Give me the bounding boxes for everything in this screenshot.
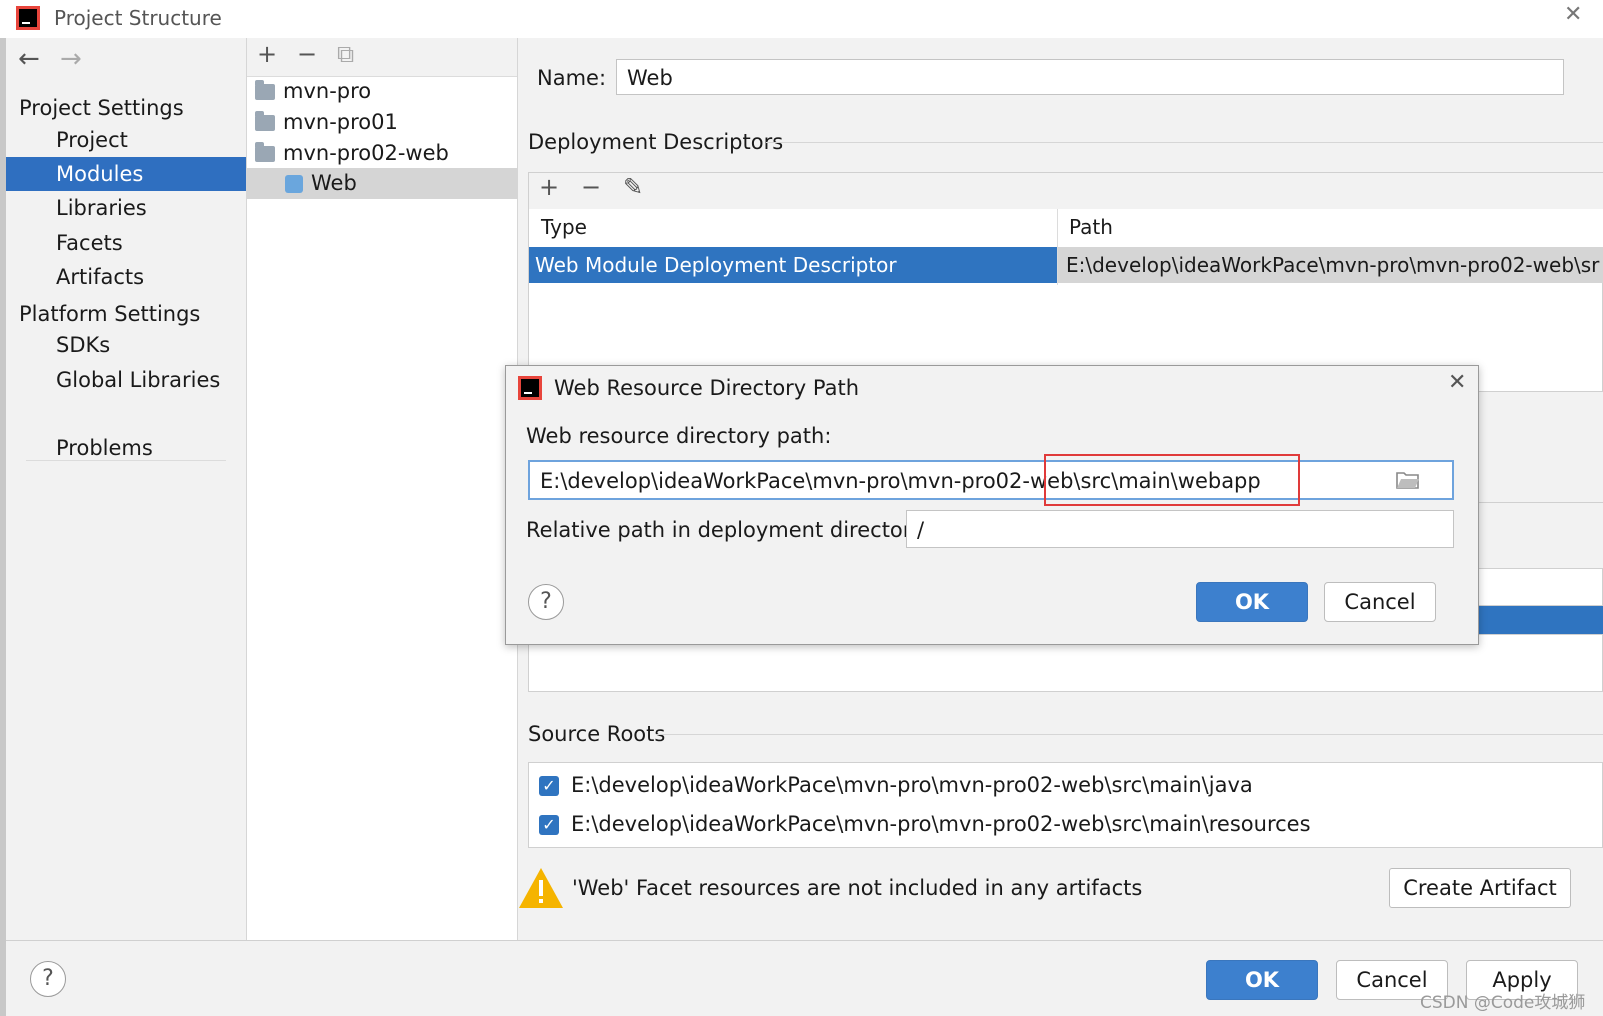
edit-pencil-icon[interactable]: ✎ [623, 173, 643, 201]
source-root-path: E:\develop\ideaWorkPace\mvn-pro\mvn-pro0… [571, 773, 1253, 797]
descriptor-type-cell: Web Module Deployment Descriptor [529, 247, 1057, 283]
relative-path-input[interactable]: / [906, 510, 1454, 548]
platform-settings-header: Platform Settings [19, 302, 201, 326]
directory-path-label: Web resource directory path: [526, 424, 832, 448]
forward-arrow-icon[interactable]: → [60, 44, 82, 74]
window-title: Project Structure [54, 6, 222, 30]
window-close-icon[interactable]: ✕ [1564, 2, 1582, 27]
intellij-logo-icon [16, 6, 40, 30]
tree-node-label: Web [311, 171, 357, 195]
table-header: Type Path [529, 209, 1603, 248]
relative-path-label: Relative path in deployment directory: [526, 518, 930, 542]
sidebar-item-project[interactable]: Project [6, 123, 246, 157]
tree-node-mvn-pro[interactable]: mvn-pro [247, 76, 525, 107]
highlight-annotation [1044, 454, 1300, 506]
web-facet-icon [285, 175, 303, 193]
tree-node-label: mvn-pro01 [283, 110, 398, 134]
deployment-descriptors-title: Deployment Descriptors [528, 130, 784, 154]
add-descriptor-icon[interactable]: + [539, 173, 559, 201]
browse-folder-icon[interactable] [1396, 470, 1420, 490]
intellij-logo-icon [518, 376, 542, 400]
warning-message: 'Web' Facet resources are not included i… [572, 876, 1143, 900]
module-tree: + − ⧉ mvn-pro mvn-pro01 mvn-pro02-web We… [247, 38, 555, 940]
add-icon[interactable]: + [257, 40, 277, 68]
dialog-title: Web Resource Directory Path [554, 376, 860, 400]
sidebar-item-modules[interactable]: Modules [6, 157, 246, 191]
section-divider [656, 734, 1603, 735]
tree-node-mvn-pro02-web[interactable]: mvn-pro02-web [247, 138, 525, 169]
settings-sidebar: ← → Project Settings Project Modules Lib… [6, 38, 247, 940]
name-input[interactable]: Web [616, 59, 1564, 95]
tree-node-web-facet[interactable]: Web [247, 168, 555, 199]
module-folder-icon [255, 80, 275, 100]
sidebar-item-global-libraries[interactable]: Global Libraries [6, 363, 246, 397]
list-item[interactable]: ✓ E:\develop\ideaWorkPace\mvn-pro\mvn-pro… [539, 773, 1253, 797]
source-root-checkbox[interactable]: ✓ [539, 776, 559, 796]
descriptor-path-cell: E:\develop\ideaWorkPace\mvn-pro\mvn-pro0… [1058, 247, 1603, 283]
dialog-help-button[interactable]: ? [528, 584, 564, 620]
tree-toolbar: + − ⧉ [247, 38, 517, 77]
warning-icon [519, 868, 563, 908]
source-root-checkbox[interactable]: ✓ [539, 815, 559, 835]
remove-icon[interactable]: − [297, 40, 317, 68]
title-bar: Project Structure ✕ [0, 0, 1603, 39]
back-arrow-icon[interactable]: ← [18, 44, 40, 74]
copy-icon[interactable]: ⧉ [337, 40, 354, 68]
column-header-path[interactable]: Path [1069, 215, 1113, 239]
tree-node-label: mvn-pro [283, 79, 372, 103]
footer-divider [6, 940, 1603, 941]
sidebar-item-problems[interactable]: Problems [6, 431, 246, 465]
sidebar-item-libraries[interactable]: Libraries [6, 191, 246, 225]
sidebar-item-facets[interactable]: Facets [6, 226, 246, 260]
web-resource-directory-dialog: Web Resource Directory Path ✕ Web resour… [505, 365, 1479, 645]
section-divider [766, 142, 1603, 143]
sidebar-item-artifacts[interactable]: Artifacts [6, 260, 246, 294]
tree-node-mvn-pro01[interactable]: mvn-pro01 [247, 107, 525, 138]
dd-toolbar: + − ✎ [529, 173, 1603, 210]
module-folder-icon [255, 142, 275, 162]
dialog-cancel-button[interactable]: Cancel [1324, 582, 1436, 622]
column-header-type[interactable]: Type [541, 215, 587, 239]
source-roots-title: Source Roots [528, 722, 666, 746]
project-settings-header: Project Settings [19, 96, 184, 120]
tree-node-label: mvn-pro02-web [283, 141, 449, 165]
sidebar-item-sdks[interactable]: SDKs [6, 328, 246, 362]
table-row[interactable]: Web Module Deployment Descriptor E:\deve… [529, 247, 1603, 283]
module-folder-icon [255, 111, 275, 131]
create-artifact-button[interactable]: Create Artifact [1389, 868, 1571, 908]
source-root-path: E:\develop\ideaWorkPace\mvn-pro\mvn-pro0… [571, 812, 1311, 836]
ok-button[interactable]: OK [1206, 960, 1318, 1000]
source-roots-list: ✓ E:\develop\ideaWorkPace\mvn-pro\mvn-pro… [528, 762, 1603, 848]
deployment-descriptors-table: + − ✎ Type Path Web Module Deployment De… [528, 172, 1603, 392]
list-item[interactable]: ✓ E:\develop\ideaWorkPace\mvn-pro\mvn-pro… [539, 812, 1311, 836]
help-button[interactable]: ? [30, 961, 66, 997]
remove-descriptor-icon[interactable]: − [581, 173, 601, 201]
watermark: CSDN @Code攻城狮 [1420, 993, 1586, 1013]
name-label: Name: [537, 66, 607, 90]
directory-path-input[interactable]: E:\develop\ideaWorkPace\mvn-pro\mvn-pro0… [528, 460, 1454, 500]
dialog-close-icon[interactable]: ✕ [1448, 370, 1466, 395]
dialog-ok-button[interactable]: OK [1196, 582, 1308, 622]
